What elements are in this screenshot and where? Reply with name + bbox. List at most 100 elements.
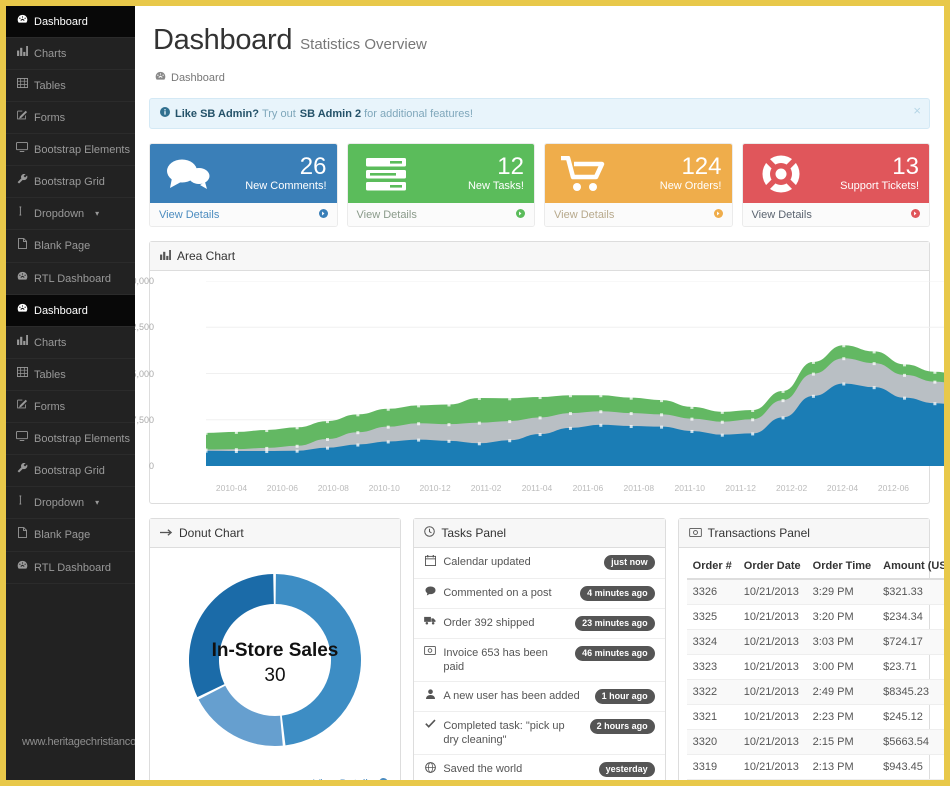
chevron-down-icon[interactable]: ▾	[95, 207, 99, 221]
stat-panel-3[interactable]: 13 Support Tickets! View Details	[741, 143, 930, 227]
table-icon	[16, 367, 28, 382]
sidebar-item-charts[interactable]: Charts	[6, 38, 135, 70]
sidebar-item-rtl-dashboard[interactable]: RTL Dashboard	[6, 552, 135, 584]
promo-alert: Like SB Admin? Try out SB Admin 2 for ad…	[149, 98, 930, 129]
sidebar-item-label: RTL Dashboard	[34, 272, 112, 285]
view-details-link[interactable]: View Details	[357, 209, 417, 221]
table-row[interactable]: 3319 10/21/2013 2:13 PM $943.45	[686, 754, 944, 780]
edit-icon	[16, 110, 28, 125]
table-row[interactable]: 3320 10/21/2013 2:15 PM $5663.54	[686, 729, 944, 755]
column-header: Order Date	[737, 554, 807, 580]
truck-icon	[424, 616, 436, 630]
breadcrumb-label[interactable]: Dashboard	[171, 72, 225, 84]
sidebar-item-forms[interactable]: Forms	[6, 391, 135, 423]
sidebar-item-bootstrap-elements[interactable]: Bootstrap Elements	[6, 423, 135, 455]
sidebar-item-forms[interactable]: Forms	[6, 102, 135, 134]
x-tick-label: 2011-02	[470, 483, 502, 493]
arrow-circle-right-icon[interactable]	[911, 208, 920, 221]
chevron-down-icon[interactable]: ▾	[95, 496, 99, 510]
bar-chart-icon	[160, 249, 171, 263]
view-details-link[interactable]: View Details	[159, 209, 219, 221]
tasks-column: Tasks Panel Calendar updated just now Comm…	[413, 504, 666, 780]
sidebar-item-dropdown[interactable]: Dropdown ▾	[6, 487, 135, 519]
table-icon	[16, 78, 28, 93]
sidebar-item-bootstrap-grid[interactable]: Bootstrap Grid	[6, 455, 135, 487]
alert-strong-2[interactable]: SB Admin 2	[300, 108, 361, 120]
table-cell: 10/21/2013	[737, 679, 807, 705]
list-item[interactable]: Invoice 653 has been paid 46 minutes ago	[414, 639, 665, 682]
sidebar-item-label: Dashboard	[34, 15, 88, 28]
task-text: Invoice 653 has been paid	[443, 647, 548, 673]
stat-footer[interactable]: View Details	[545, 203, 732, 226]
table-row[interactable]: 3321 10/21/2013 2:23 PM $245.12	[686, 704, 944, 730]
arrow-circle-right-icon[interactable]	[318, 208, 328, 221]
arrow-right-icon	[160, 526, 173, 540]
close-icon[interactable]: ×	[913, 104, 921, 117]
list-item[interactable]: Calendar updated just now	[414, 548, 665, 579]
table-cell: 2:15 PM	[806, 729, 878, 755]
area-chart-x-axis: 2010-04 2010-06 2010-08 2010-10 2010-12 2011-…	[206, 483, 919, 493]
donut-panel-body: In-Store Sales 30	[150, 548, 400, 778]
tachometer-icon	[16, 303, 28, 318]
stat-footer[interactable]: View Details	[742, 203, 929, 226]
arrow-circle-right-icon[interactable]	[379, 778, 388, 780]
list-item[interactable]: Order 392 shipped 23 minutes ago	[414, 609, 665, 639]
donut-chart-svg: In-Store Sales 30	[189, 574, 362, 746]
tachometer-icon	[16, 271, 28, 286]
bar-chart-icon	[16, 335, 28, 350]
donut-panel-footer[interactable]: View Details	[150, 778, 400, 780]
x-tick-label: 2010-06	[266, 483, 298, 493]
sidebar-item-dropdown[interactable]: Dropdown ▾	[6, 198, 135, 230]
task-text: Saved the world	[443, 763, 523, 775]
arrow-circle-right-icon[interactable]	[713, 208, 723, 221]
list-item[interactable]: Saved the world yesterday	[414, 755, 664, 780]
alert-tail: for additional features!	[364, 107, 473, 120]
area-chart-body: 07,50015,00022,50030,000 2010-042010-062…	[135, 271, 944, 503]
bottom-row: Donut Chart In-Store Sales 30 View Detail…	[149, 504, 944, 780]
view-details-link[interactable]: View Details	[752, 209, 812, 221]
list-item[interactable]: A new user has been added 1 hour ago	[414, 682, 665, 712]
sidebar-item-charts[interactable]: Charts	[6, 327, 135, 359]
watermark: www.heritagechristiancollege.com	[22, 736, 135, 748]
area-chart-panel: Area Chart 0 7,500 15,000 22,500 30,000 2010…	[135, 241, 944, 504]
sidebar-item-dashboard[interactable]: Dashboard	[6, 6, 135, 38]
table-row[interactable]: 3324 10/21/2013 3:03 PM $724.17	[686, 629, 944, 655]
task-text: Order 392 shipped	[443, 617, 535, 629]
sidebar-item-blank-page[interactable]: Blank Page	[6, 519, 135, 552]
transactions-panel-header: Transactions Panel	[678, 519, 929, 548]
sidebar-item-bootstrap-grid[interactable]: Bootstrap Grid	[6, 166, 135, 198]
stat-panel-0[interactable]: 26 New Comments! View Details	[149, 143, 338, 227]
sidebar-item-tables[interactable]: Tables	[6, 359, 135, 391]
sidebar-item-label: Forms	[34, 400, 66, 413]
sidebar-item-bootstrap-elements[interactable]: Bootstrap Elements	[6, 134, 135, 166]
list-item[interactable]: Completed task: "pick up dry cleaning" 2 …	[414, 712, 665, 755]
column-header: Order #	[686, 554, 738, 580]
stat-panel-2[interactable]: 124 New Orders! View Details	[544, 143, 733, 227]
stat-panel-1[interactable]: 12 New Tasks! View Details	[346, 143, 535, 227]
money-icon	[688, 526, 702, 540]
view-details-link[interactable]: View Details	[554, 209, 614, 221]
table-cell: 10/21/2013	[737, 579, 807, 605]
list-item[interactable]: Commented on a post 4 minutes ago	[414, 579, 665, 609]
svg-text:30: 30	[265, 665, 286, 686]
x-tick-label: 2010-04	[215, 483, 248, 493]
list-icon	[16, 495, 28, 510]
sidebar-item-tables[interactable]: Tables	[6, 70, 135, 102]
table-row[interactable]: 3323 10/21/2013 3:00 PM $23.71	[686, 654, 944, 680]
table-row[interactable]: 3322 10/21/2013 2:49 PM $8345.23	[686, 679, 944, 705]
x-tick-label: 2012-04	[826, 483, 859, 493]
sidebar-item-rtl-dashboard[interactable]: RTL Dashboard	[6, 263, 135, 295]
tasks-list: Calendar updated just now Commented on a p…	[414, 548, 665, 780]
table-cell: 10/21/2013	[737, 629, 807, 655]
sidebar-item-label: Charts	[34, 336, 67, 349]
stat-footer[interactable]: View Details	[347, 203, 534, 226]
stat-footer[interactable]: View Details	[150, 203, 337, 226]
sidebar-item-blank-page[interactable]: Blank Page	[6, 230, 135, 263]
money-icon	[424, 646, 437, 660]
table-row[interactable]: 3326 10/21/2013 3:29 PM $321.33	[686, 579, 944, 605]
donut-footer-label[interactable]: View Details	[313, 778, 373, 780]
arrow-circle-right-icon[interactable]	[516, 208, 525, 221]
table-row[interactable]: 3325 10/21/2013 3:20 PM $234.34	[686, 604, 944, 630]
desktop-icon	[16, 142, 28, 157]
sidebar-item-dashboard[interactable]: Dashboard	[6, 295, 135, 327]
